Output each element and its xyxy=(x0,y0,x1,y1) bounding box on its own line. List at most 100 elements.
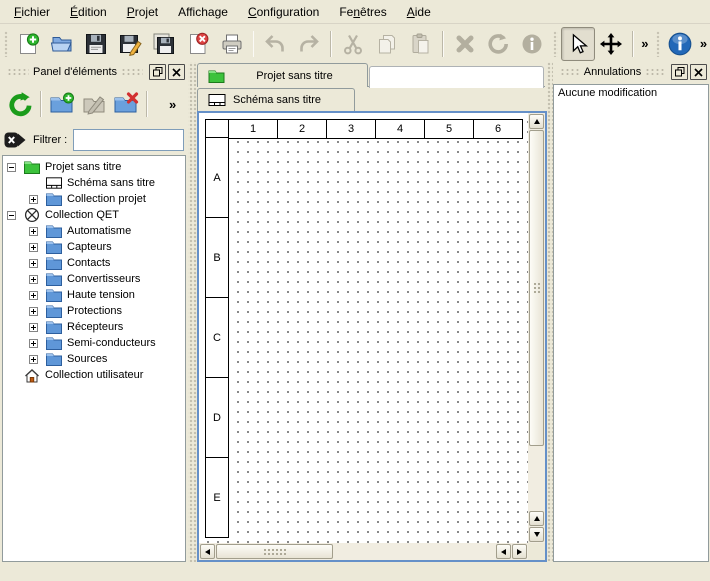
elements-panel-titlebar[interactable]: Panel d'éléments xyxy=(0,62,188,82)
expand-toggle[interactable] xyxy=(29,259,38,268)
cut-button[interactable] xyxy=(336,27,370,61)
splitter-handle[interactable] xyxy=(188,62,197,562)
expand-toggle[interactable] xyxy=(29,291,38,300)
vertical-scroll-thumb[interactable] xyxy=(529,130,544,446)
expand-toggle[interactable] xyxy=(29,339,38,348)
redo-button[interactable] xyxy=(292,27,326,61)
elements-panel-toolbar: » xyxy=(0,82,188,126)
dock-float-button[interactable] xyxy=(671,64,688,80)
new-document-button[interactable] xyxy=(11,27,45,61)
expand-toggle[interactable] xyxy=(29,307,38,316)
expand-toggle[interactable] xyxy=(29,243,38,252)
folder-icon xyxy=(46,320,62,335)
tree-item-collection-utilisateur[interactable]: Collection utilisateur xyxy=(3,367,185,383)
collapse-toggle[interactable] xyxy=(7,211,16,220)
save-button[interactable] xyxy=(79,27,113,61)
scroll-left-button-right[interactable] xyxy=(496,544,511,559)
paste-button[interactable] xyxy=(404,27,438,61)
delete-button[interactable] xyxy=(448,27,482,61)
project-tab[interactable]: Projet sans titre xyxy=(197,63,368,87)
tree-item-projet-sans-titre[interactable]: Projet sans titre xyxy=(3,159,185,175)
filter-input[interactable] xyxy=(73,129,184,151)
horizontal-scroll-thumb[interactable] xyxy=(216,544,333,559)
open-project-icon xyxy=(50,32,74,56)
thumb-grip xyxy=(533,282,542,294)
diagram-canvas[interactable]: 1 2 3 4 5 6 A B C D E xyxy=(199,113,528,543)
element-info-button[interactable] xyxy=(515,27,549,61)
save-all-button[interactable] xyxy=(147,27,181,61)
scroll-right-button[interactable] xyxy=(512,544,527,559)
redo-icon xyxy=(297,32,321,56)
horizontal-scrollbar[interactable] xyxy=(199,543,528,560)
save-all-icon xyxy=(152,32,176,56)
toolbar-drag-handle[interactable] xyxy=(553,31,557,57)
dock-grip xyxy=(645,68,665,77)
undo-button[interactable] xyxy=(258,27,292,61)
row-header: A B C D E xyxy=(205,138,229,538)
menu-aide[interactable]: Aide xyxy=(397,2,441,22)
project-tab-label: Projet sans titre xyxy=(232,70,357,82)
filter-row: Filtrer : xyxy=(0,126,188,154)
expand-toggle[interactable] xyxy=(29,323,38,332)
copy-button[interactable] xyxy=(370,27,404,61)
scroll-up-button-bottom[interactable] xyxy=(529,511,544,526)
undo-list-item[interactable]: Aucune modification xyxy=(554,85,708,101)
undo-panel-titlebar[interactable]: Annulations xyxy=(553,62,710,82)
folder-icon xyxy=(46,304,62,319)
tree-item-convertisseurs[interactable]: Convertisseurs xyxy=(3,271,185,287)
row-label: E xyxy=(205,457,229,538)
edit-category-button[interactable] xyxy=(78,88,110,120)
tree-item-protections[interactable]: Protections xyxy=(3,303,185,319)
tree-item-collection-projet[interactable]: Collection projet xyxy=(3,191,185,207)
tree-item-capteurs[interactable]: Capteurs xyxy=(3,239,185,255)
menu-projet[interactable]: Projet xyxy=(117,2,168,22)
select-mode-button[interactable] xyxy=(561,27,595,61)
open-project-button[interactable] xyxy=(45,27,79,61)
column-label: 3 xyxy=(326,119,376,139)
tree-item-collection-qet[interactable]: Collection QET xyxy=(3,207,185,223)
row-label: B xyxy=(205,217,229,298)
expand-toggle[interactable] xyxy=(29,355,38,364)
dock-float-button[interactable] xyxy=(149,64,166,80)
menu-configuration[interactable]: Configuration xyxy=(238,2,329,22)
schema-tab[interactable]: Schéma sans titre xyxy=(197,88,355,111)
scroll-down-button[interactable] xyxy=(529,527,544,542)
dock-close-button[interactable] xyxy=(690,64,707,80)
status-bar xyxy=(0,562,710,581)
tree-item-automatisme[interactable]: Automatisme xyxy=(3,223,185,239)
tree-item-recepteurs[interactable]: Récepteurs xyxy=(3,319,185,335)
new-category-button[interactable] xyxy=(46,88,78,120)
scroll-up-button[interactable] xyxy=(529,114,544,129)
rotate-button[interactable] xyxy=(481,27,515,61)
close-file-button[interactable] xyxy=(181,27,215,61)
toolbar-drag-handle[interactable] xyxy=(656,31,660,57)
collapse-toggle[interactable] xyxy=(7,163,16,172)
tree-item-sources[interactable]: Sources xyxy=(3,351,185,367)
menu-fenetres[interactable]: Fenêtres xyxy=(329,2,396,22)
menu-affichage[interactable]: Affichage xyxy=(168,2,238,22)
print-button[interactable] xyxy=(215,27,249,61)
dock-close-button[interactable] xyxy=(168,64,185,80)
tree-item-semi-conducteurs[interactable]: Semi-conducteurs xyxy=(3,335,185,351)
delete-category-button[interactable] xyxy=(110,88,142,120)
scroll-left-button[interactable] xyxy=(200,544,215,559)
clear-filter-button[interactable] xyxy=(4,130,27,150)
toolbar-drag-handle[interactable] xyxy=(4,31,8,57)
panel-overflow-button[interactable]: » xyxy=(166,97,179,112)
expand-toggle[interactable] xyxy=(29,195,38,204)
move-mode-button[interactable] xyxy=(595,27,629,61)
menu-fichier[interactable]: Fichier xyxy=(4,2,60,22)
menu-edition[interactable]: Édition xyxy=(60,2,117,22)
vertical-scrollbar[interactable] xyxy=(528,113,545,543)
tree-item-schema-sans-titre[interactable]: Schéma sans titre xyxy=(3,175,185,191)
vertical-scroll-track[interactable] xyxy=(529,446,544,511)
tree-item-haute-tension[interactable]: Haute tension xyxy=(3,287,185,303)
expand-toggle[interactable] xyxy=(29,227,38,236)
tree-item-contacts[interactable]: Contacts xyxy=(3,255,185,271)
reload-collections-button[interactable] xyxy=(4,88,36,120)
expand-toggle[interactable] xyxy=(29,275,38,284)
toolbar-overflow-button[interactable]: » xyxy=(697,36,710,51)
toolbar-overflow-button[interactable]: » xyxy=(638,36,651,51)
save-as-button[interactable] xyxy=(113,27,147,61)
info-button[interactable] xyxy=(663,27,697,61)
